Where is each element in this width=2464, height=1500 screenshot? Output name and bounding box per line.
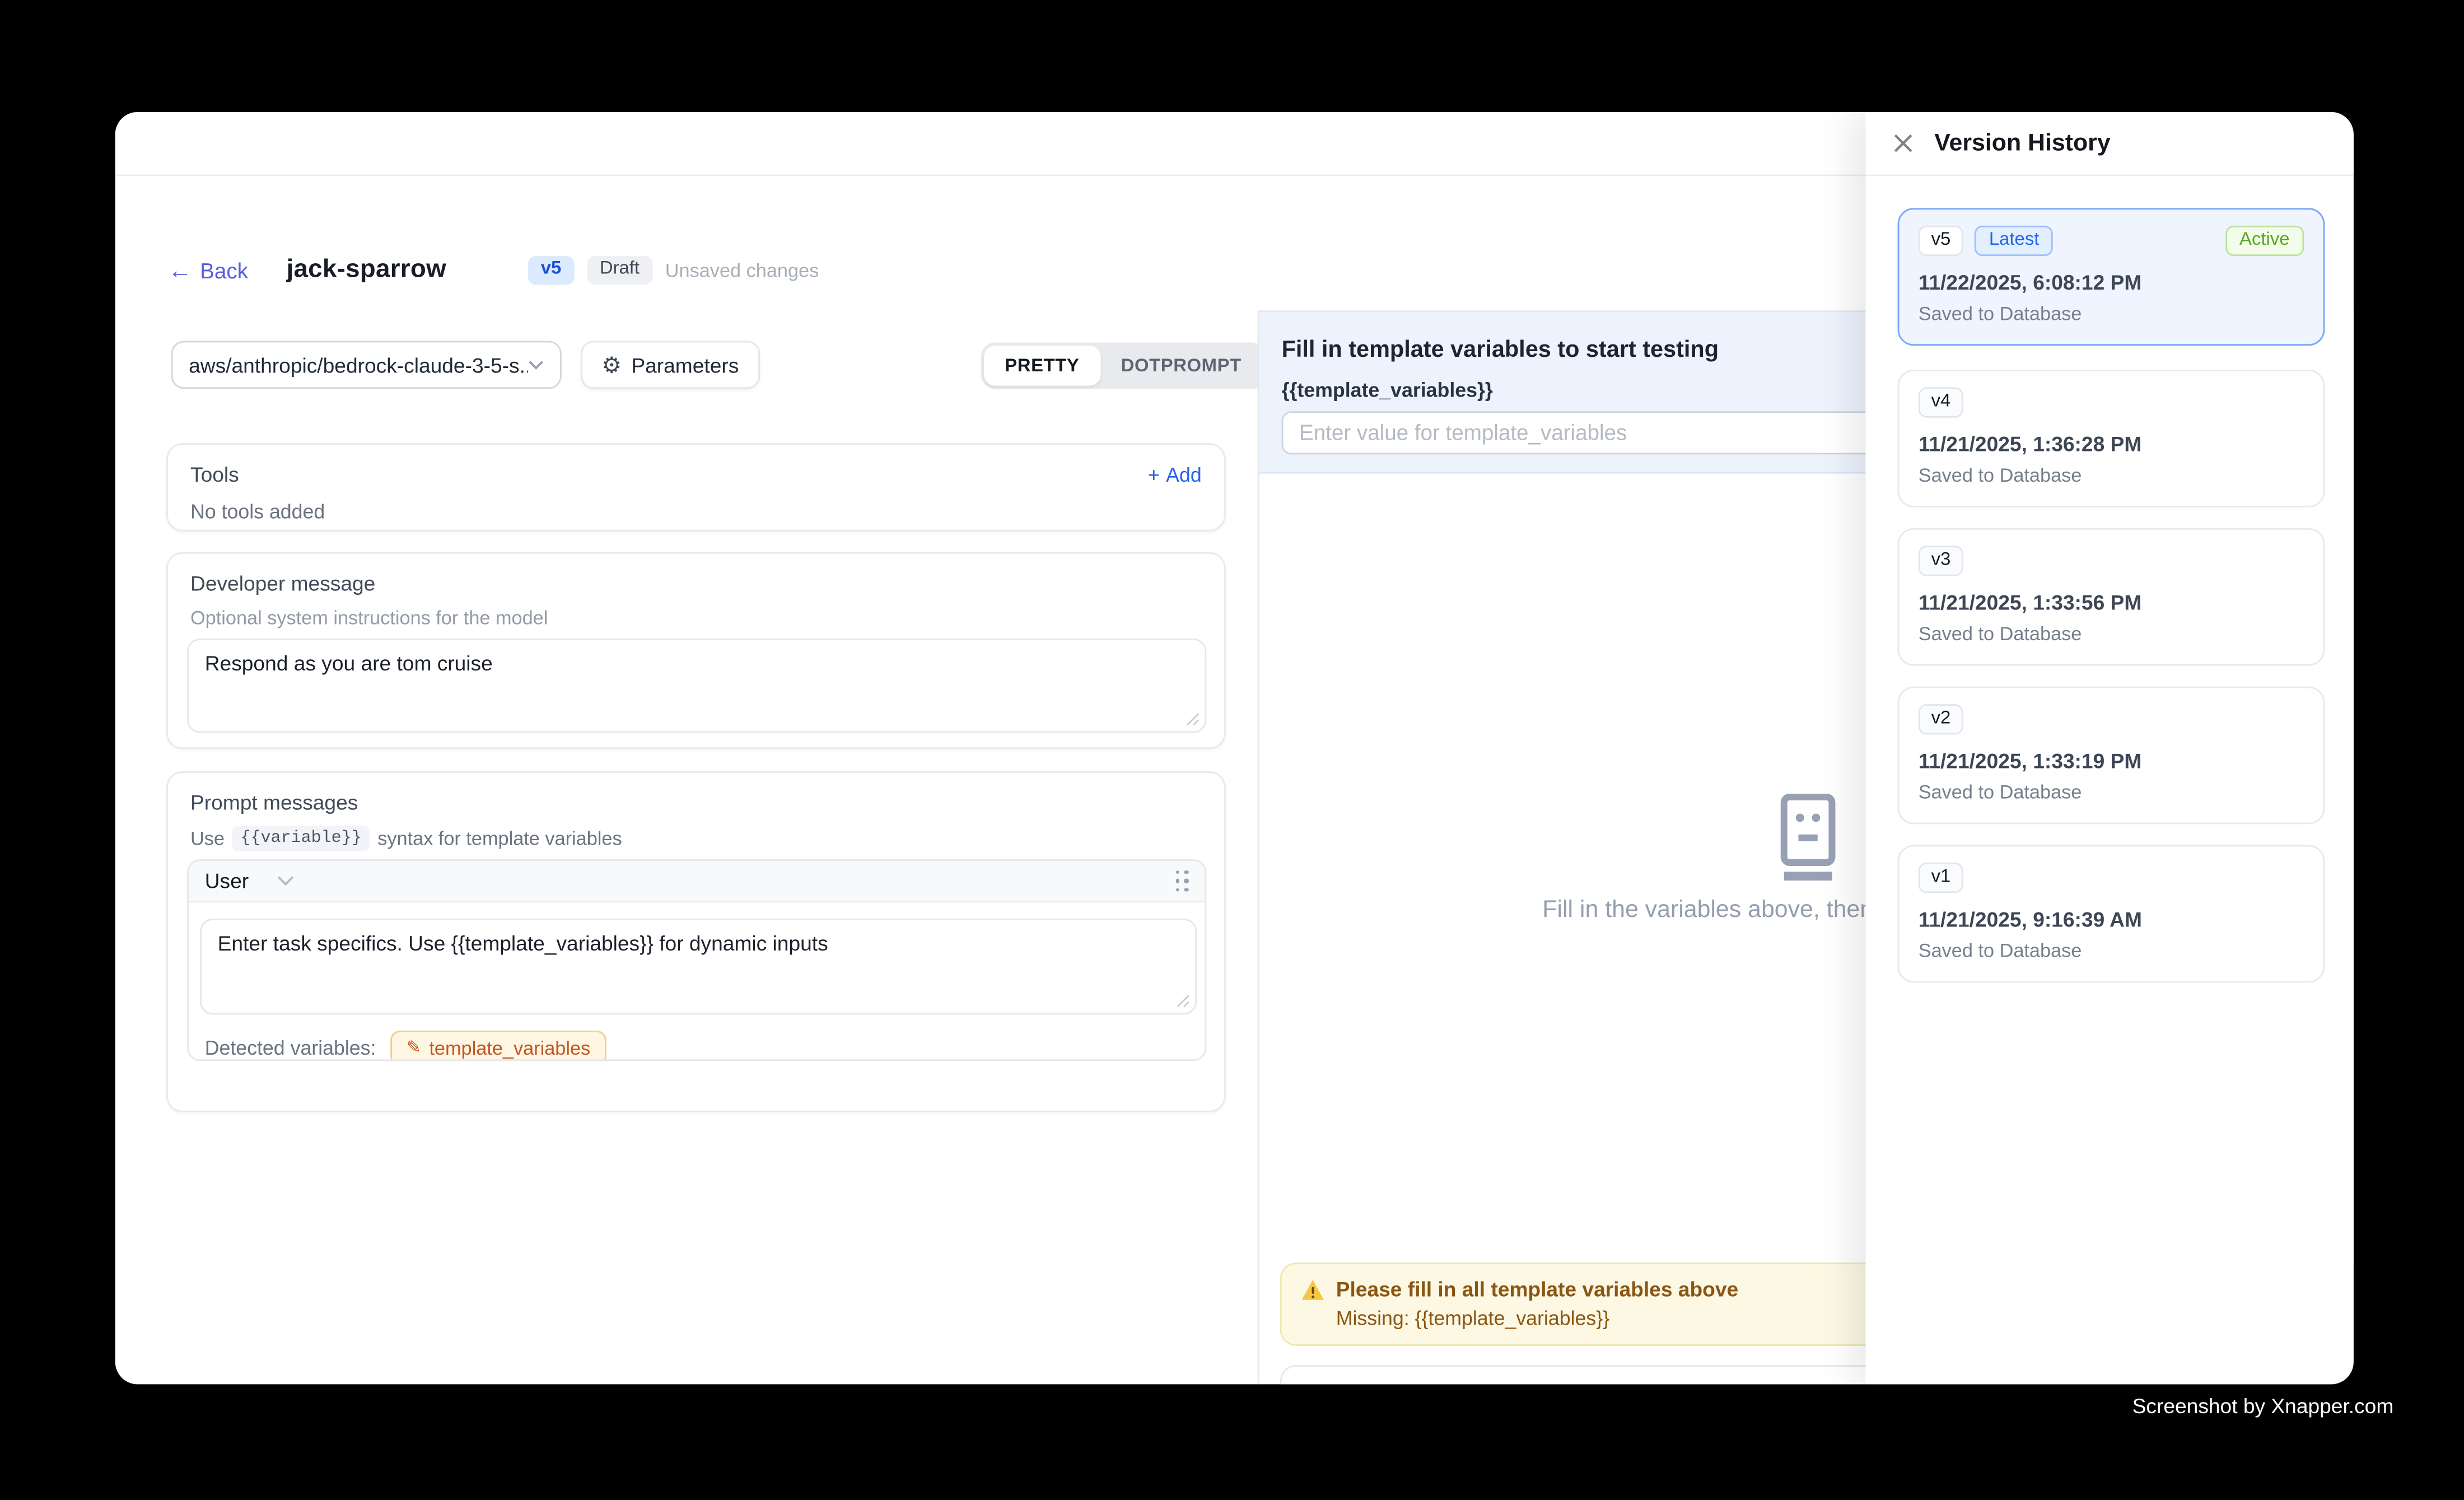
gear-icon: ⚙ (601, 353, 622, 376)
detected-variable-chip[interactable]: ✎ template_variables (390, 1031, 606, 1061)
active-badge: Active (2225, 226, 2304, 255)
close-icon[interactable] (1891, 132, 1914, 155)
developer-message-textarea[interactable]: Respond as you are tom cruise (205, 651, 1189, 720)
tools-card: Tools + Add No tools added (166, 443, 1225, 531)
version-card-badges: v2 (1919, 704, 2304, 734)
tools-header: Tools + Add (190, 463, 1202, 487)
tab-pretty[interactable]: PRETTY (984, 346, 1100, 385)
chevron-down-icon (528, 360, 544, 370)
version-timestamp: 11/21/2025, 1:36:28 PM (1919, 431, 2304, 455)
version-card-badges: v4 (1919, 387, 2304, 417)
version-timestamp: 11/21/2025, 9:16:39 AM (1919, 907, 2304, 931)
header-badges: v5 Draft Unsaved changes (528, 256, 819, 284)
version-history-title: Version History (1934, 129, 2110, 157)
breadcrumb-row: ← Back jack-sparrow (168, 253, 446, 288)
hint-suffix: syntax for template variables (377, 827, 622, 850)
app-window: ← Back jack-sparrow v5 Draft Unsaved cha… (115, 112, 2354, 1384)
screenshot-stage: ← Back jack-sparrow v5 Draft Unsaved cha… (0, 0, 2464, 1500)
role-select-value: User (205, 869, 249, 893)
version-card-v1[interactable]: v1 11/21/2025, 9:16:39 AM Saved to Datab… (1898, 845, 2325, 983)
unsaved-changes-label: Unsaved changes (665, 259, 819, 281)
version-card-v4[interactable]: v4 11/21/2025, 1:36:28 PM Saved to Datab… (1898, 370, 2325, 507)
back-arrow-icon: ← (168, 258, 192, 282)
version-saved-status: Saved to Database (1919, 780, 2304, 803)
version-card-badges: v1 (1919, 863, 2304, 892)
prompt-message-block: User Enter task specifics. Use {{templat… (187, 859, 1206, 1061)
version-badge: v2 (1919, 704, 1963, 734)
latest-badge: Latest (1975, 226, 2054, 255)
page-title: jack-sparrow (286, 256, 446, 285)
chevron-down-icon (278, 875, 295, 887)
add-tool-button[interactable]: + Add (1148, 463, 1202, 486)
output-empty-text: Fill in the variables above, then typ (1542, 896, 1912, 924)
version-history-drawer: Version History v5 Latest Active 11/22/2… (1865, 112, 2353, 1384)
version-card-v2[interactable]: v2 11/21/2025, 1:33:19 PM Saved to Datab… (1898, 687, 2325, 824)
plus-icon: + (1148, 463, 1160, 486)
detected-variables-label: Detected variables: (205, 1037, 376, 1059)
version-badge: v4 (1919, 387, 1963, 417)
warning-icon (1301, 1278, 1325, 1300)
version-saved-status: Saved to Database (1919, 939, 2304, 961)
developer-message-subtitle: Optional system instructions for the mod… (190, 607, 1202, 629)
model-select[interactable]: aws/anthropic/bedrock-claude-3-5-s... (171, 341, 562, 389)
warning-title: Please fill in all template variables ab… (1336, 1277, 1738, 1301)
prompt-hint: Use {{variable}} syntax for template var… (190, 826, 1202, 851)
parameters-label: Parameters (631, 353, 739, 377)
tools-title: Tools (190, 463, 239, 487)
variable-syntax-chip: {{variable}} (232, 826, 370, 851)
model-select-value: aws/anthropic/bedrock-claude-3-5-s... (189, 353, 528, 377)
add-tool-label: Add (1166, 463, 1202, 486)
parameters-button[interactable]: ⚙ Parameters (581, 341, 759, 389)
role-select[interactable]: User (205, 869, 295, 893)
message-textarea-wrap: Enter task specifics. Use {{template_var… (200, 919, 1197, 1014)
version-badge: v1 (1919, 863, 1963, 892)
prompt-messages-card: Prompt messages Use {{variable}} syntax … (166, 771, 1225, 1112)
version-saved-status: Saved to Database (1919, 622, 2304, 644)
version-card-badges: v3 (1919, 546, 2304, 575)
drag-handle-icon[interactable] (1175, 870, 1189, 892)
back-label: Back (200, 258, 248, 282)
version-saved-status: Saved to Database (1919, 302, 2304, 324)
prompt-messages-title: Prompt messages (190, 790, 1202, 814)
detected-variable-name: template_variables (429, 1037, 590, 1059)
view-mode-toggle: PRETTY DOTPROMPT (981, 342, 1265, 389)
version-history-header: Version History (1865, 112, 2353, 176)
developer-message-textarea-wrap: Respond as you are tom cruise (187, 639, 1206, 733)
version-card-v3[interactable]: v3 11/21/2025, 1:33:56 PM Saved to Datab… (1898, 528, 2325, 666)
tools-empty-text: No tools added (190, 501, 1202, 523)
draft-badge: Draft (587, 256, 652, 284)
version-timestamp: 11/21/2025, 1:33:19 PM (1919, 748, 2304, 772)
version-timestamp: 11/22/2025, 6:08:12 PM (1919, 269, 2304, 294)
version-badge: v3 (1919, 546, 1963, 575)
hint-prefix: Use (190, 827, 225, 850)
version-card-badges: v5 Latest Active (1919, 226, 2304, 255)
version-saved-status: Saved to Database (1919, 463, 2304, 486)
message-header: User (189, 861, 1205, 902)
version-card-v5[interactable]: v5 Latest Active 11/22/2025, 6:08:12 PM … (1898, 208, 2325, 346)
version-badge: v5 (1919, 226, 1963, 255)
resize-grip-icon[interactable] (1186, 712, 1200, 726)
developer-message-title: Developer message (190, 571, 1202, 595)
message-textarea[interactable]: Enter task specifics. Use {{template_var… (218, 931, 1179, 1002)
robot-icon (1777, 794, 1838, 883)
developer-message-card: Developer message Optional system instru… (166, 552, 1225, 749)
back-button[interactable]: ← Back (168, 258, 248, 282)
version-badge: v5 (528, 256, 574, 284)
detected-variables-row: Detected variables: ✎ template_variables (205, 1031, 606, 1061)
xnapper-watermark: Screenshot by Xnapper.com (2132, 1394, 2394, 1418)
pen-icon: ✎ (407, 1040, 421, 1057)
tab-dotprompt[interactable]: DOTPROMPT (1100, 346, 1262, 385)
resize-grip-icon[interactable] (1176, 994, 1191, 1008)
version-timestamp: 11/21/2025, 1:33:56 PM (1919, 590, 2304, 614)
